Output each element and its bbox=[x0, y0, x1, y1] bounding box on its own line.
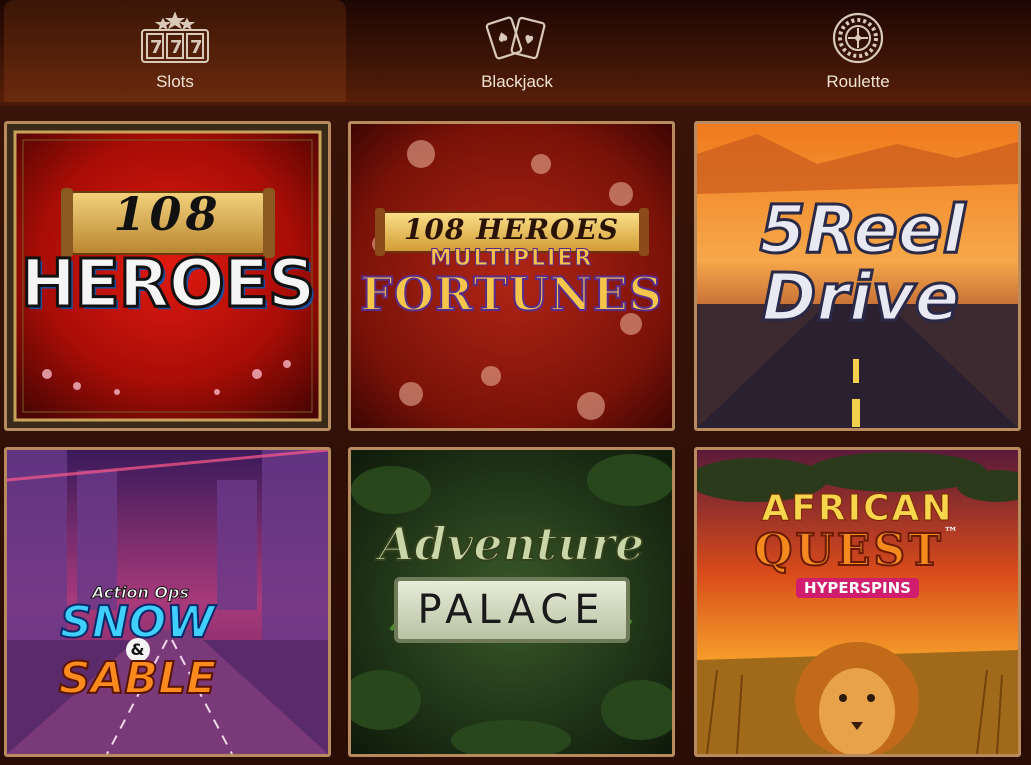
tab-roulette-label: Roulette bbox=[826, 72, 890, 91]
svg-text:7: 7 bbox=[190, 37, 203, 58]
game-tile-5-reel-drive[interactable]: 5Reel Drive bbox=[694, 121, 1021, 431]
casino-game-lobby: 7 7 7 Slots Blackjack Roulette 108 HEROE… bbox=[0, 0, 1031, 765]
tab-blackjack[interactable]: Blackjack bbox=[346, 0, 688, 102]
slot-machine-777-icon: 7 7 7 bbox=[139, 12, 211, 64]
game-tile-108-heroes[interactable]: 108 HEROES bbox=[4, 121, 331, 431]
game-tile-artwork bbox=[697, 124, 1018, 428]
tab-slots[interactable]: 7 7 7 Slots bbox=[4, 0, 346, 102]
tab-blackjack-label: Blackjack bbox=[481, 72, 553, 91]
game-tile-artwork bbox=[7, 124, 328, 428]
game-tile-artwork bbox=[351, 450, 672, 754]
tab-roulette[interactable]: Roulette bbox=[688, 0, 1028, 102]
svg-text:7: 7 bbox=[170, 37, 183, 58]
game-tile-artwork bbox=[351, 124, 672, 428]
game-tile-108-heroes-multiplier-fortunes[interactable]: 108 HEROES MULTIPLIER FORTUNES bbox=[348, 121, 675, 431]
game-category-tabs: 7 7 7 Slots Blackjack Roulette bbox=[0, 0, 1031, 106]
game-grid: 108 HEROES 108 HEROES MULTIPLIER FORTUNE… bbox=[4, 121, 1027, 761]
playing-cards-icon bbox=[481, 12, 553, 64]
game-tile-artwork bbox=[7, 450, 328, 754]
game-tile-african-quest[interactable]: AFRICAN QUEST™ HYPERSPINS bbox=[694, 447, 1021, 757]
game-tile-artwork bbox=[697, 450, 1018, 754]
tab-slots-label: Slots bbox=[156, 72, 194, 91]
game-tile-action-ops-snow-and-sable[interactable]: Action Ops SNOW & SABLE bbox=[4, 447, 331, 757]
svg-text:7: 7 bbox=[150, 37, 163, 58]
game-tile-adventure-palace[interactable]: Adventure PALACE bbox=[348, 447, 675, 757]
roulette-wheel-icon bbox=[822, 12, 894, 64]
